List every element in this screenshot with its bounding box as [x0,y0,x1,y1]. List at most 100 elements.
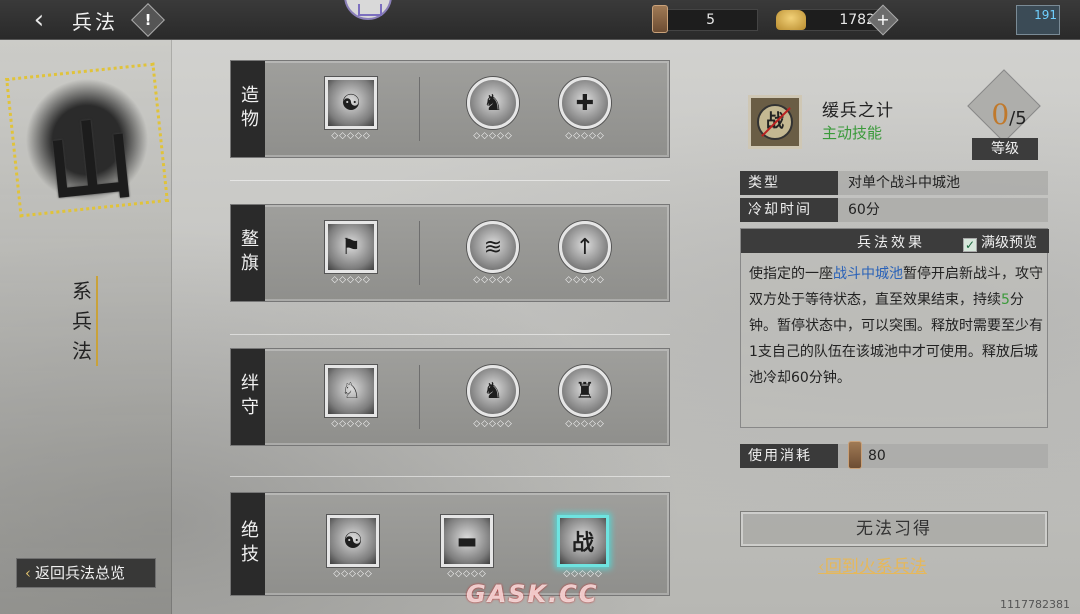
effect-highlight: 战斗中城池 [833,266,903,282]
seal-character: 山 [42,108,139,218]
level-current: 0 [991,98,1010,131]
section-divider [230,180,670,181]
effect-title: 兵法效果 [857,235,925,251]
resource-token-value: 5 [706,12,715,28]
effect-header: 兵法效果 ✓ 满级预览 [741,229,1049,253]
skill-row-0: 造物 ☯ ◇◇◇◇◇ ♞ ◇◇◇◇◇ ✚ ◇◇◇◇◇ [230,60,670,158]
effect-description: 使指定的一座战斗中城池暂停开启新战斗，攻守双方处于等待状态，直至效果结束，持续5… [749,266,1043,386]
gold-ingot-icon [776,10,806,30]
skill-icon[interactable]: ♞ [467,77,519,129]
level-indicator: 0/5 等级 [960,69,1046,160]
help-button[interactable]: ! [131,3,165,37]
chevron-left-icon: ‹ [25,564,31,582]
checkbox-icon[interactable]: ✓ [963,238,977,252]
token-icon [848,441,862,469]
learn-button[interactable]: 无法习得 [740,511,1048,547]
skill-level-pips: ◇◇◇◇◇ [331,419,371,429]
series-name: 系兵法 [68,276,98,366]
skill-slot[interactable]: ☯ ◇◇◇◇◇ [325,515,381,589]
skill-slot[interactable]: ♞ ◇◇◇◇◇ [465,77,521,151]
plus-icon: + [876,10,890,29]
skill-slot[interactable]: ✚ ◇◇◇◇◇ [557,77,613,151]
effect-number: 5 [1001,292,1010,308]
section-divider [230,334,670,335]
token-icon [652,5,668,33]
skill-level-pips: ◇◇◇◇◇ [565,275,605,285]
left-panel: 山 系兵法 [0,40,172,614]
skill-level-pips: ◇◇◇◇◇ [331,131,371,141]
skill-level-pips: ◇◇◇◇◇ [333,569,373,579]
row-label: 绊守 [231,349,265,445]
cooldown-value: 60分 [848,202,880,218]
row-label: 鳌旗 [231,205,265,301]
skill-icon[interactable]: ♜ [559,365,611,417]
skill-icon[interactable]: ♘ [325,365,377,417]
mail-button[interactable]: 191 [1016,5,1060,35]
row-divider [419,77,420,141]
skill-icon[interactable]: ♞ [467,365,519,417]
skill-level-pips: ◇◇◇◇◇ [473,131,513,141]
skill-level-pips: ◇◇◇◇◇ [473,275,513,285]
watermark: GASK.CC [466,580,599,608]
selected-skill-icon: 战 [748,95,802,149]
skill-icon[interactable]: ▬ [441,515,493,567]
skill-slot[interactable]: ↑ ◇◇◇◇◇ [557,221,613,295]
mail-count: 191 [1034,8,1057,22]
skill-level-pips: ◇◇◇◇◇ [473,419,513,429]
max-preview-toggle[interactable]: ✓ 满级预览 [963,232,1037,252]
cooldown-row: 冷却时间 60分 [740,198,1048,222]
skill-row-2: 绊守 ♘ ◇◇◇◇◇ ♞ ◇◇◇◇◇ ♜ ◇◇◇◇◇ [230,348,670,446]
skill-icon[interactable]: ☯ [327,515,379,567]
skill-level-pips: ◇◇◇◇◇ [447,569,487,579]
type-row: 类型 对单个战斗中城池 [740,171,1048,195]
skill-level-pips: ◇◇◇◇◇ [563,569,603,579]
skill-level-pips: ◇◇◇◇◇ [565,131,605,141]
mountain-seal-emblem: 山 [5,62,169,218]
skill-slot[interactable]: ♘ ◇◇◇◇◇ [323,365,379,439]
skill-level-pips: ◇◇◇◇◇ [331,275,371,285]
resource-token-box: 5 [662,9,758,31]
skill-icon[interactable]: ↑ [559,221,611,273]
cooldown-key: 冷却时间 [740,198,838,222]
back-to-fire-link[interactable]: ‹回到火系兵法 [818,552,927,577]
back-arrow-icon[interactable]: ‹ [22,6,56,34]
skill-row-1: 鳌旗 ⚑ ◇◇◇◇◇ ≋ ◇◇◇◇◇ ↑ ◇◇◇◇◇ [230,204,670,302]
skill-icon[interactable]: ☯ [325,77,377,129]
cost-row: 使用消耗 80 [740,441,1048,469]
row-label: 造物 [231,61,265,157]
page-title: 兵法 [72,10,118,34]
row-label: 绝技 [231,493,265,595]
level-label: 等级 [972,138,1038,160]
back-overview-label: 返回兵法总览 [35,564,126,582]
skill-row-3: 绝技 ☯ ◇◇◇◇◇ ▬ ◇◇◇◇◇ 战 ◇◇◇◇◇ [230,492,670,596]
skill-type: 主动技能 [822,124,883,142]
help-icon: ! [144,11,152,29]
skill-slot[interactable]: ≋ ◇◇◇◇◇ [465,221,521,295]
skill-name: 缓兵之计 [822,101,894,121]
skill-slot-selected[interactable]: 战 ◇◇◇◇◇ [555,515,611,589]
effect-panel: 兵法效果 ✓ 满级预览 使指定的一座战斗中城池暂停开启新战斗，攻守双方处于等待状态… [740,228,1049,428]
cost-value: 80 [868,448,886,464]
skill-slot[interactable]: ⚑ ◇◇◇◇◇ [323,221,379,295]
skill-slot[interactable]: ♜ ◇◇◇◇◇ [557,365,613,439]
type-key: 类型 [740,171,838,195]
row-divider [419,221,420,285]
top-bar: ‹ 兵法 ! 5 1782 + 191 [0,0,1080,40]
skill-icon[interactable]: ⚑ [325,221,377,273]
skill-icon[interactable]: ✚ [559,77,611,129]
back-overview-button[interactable]: ‹ 返回兵法总览 [16,558,156,588]
skill-slot[interactable]: ♞ ◇◇◇◇◇ [465,365,521,439]
user-id: 1117782381 [1000,598,1070,611]
skill-slot[interactable]: ▬ ◇◇◇◇◇ [439,515,495,589]
section-divider [230,476,670,477]
level-max: /5 [1009,108,1027,129]
skill-icon-selected[interactable]: 战 [557,515,609,567]
max-preview-label: 满级预览 [981,235,1037,251]
emblem-icon[interactable] [344,0,392,20]
skill-slot[interactable]: ☯ ◇◇◇◇◇ [323,77,379,151]
row-divider [419,365,420,429]
skill-level-pips: ◇◇◇◇◇ [565,419,605,429]
type-value: 对单个战斗中城池 [848,175,960,191]
cost-key: 使用消耗 [740,444,838,468]
skill-icon[interactable]: ≋ [467,221,519,273]
